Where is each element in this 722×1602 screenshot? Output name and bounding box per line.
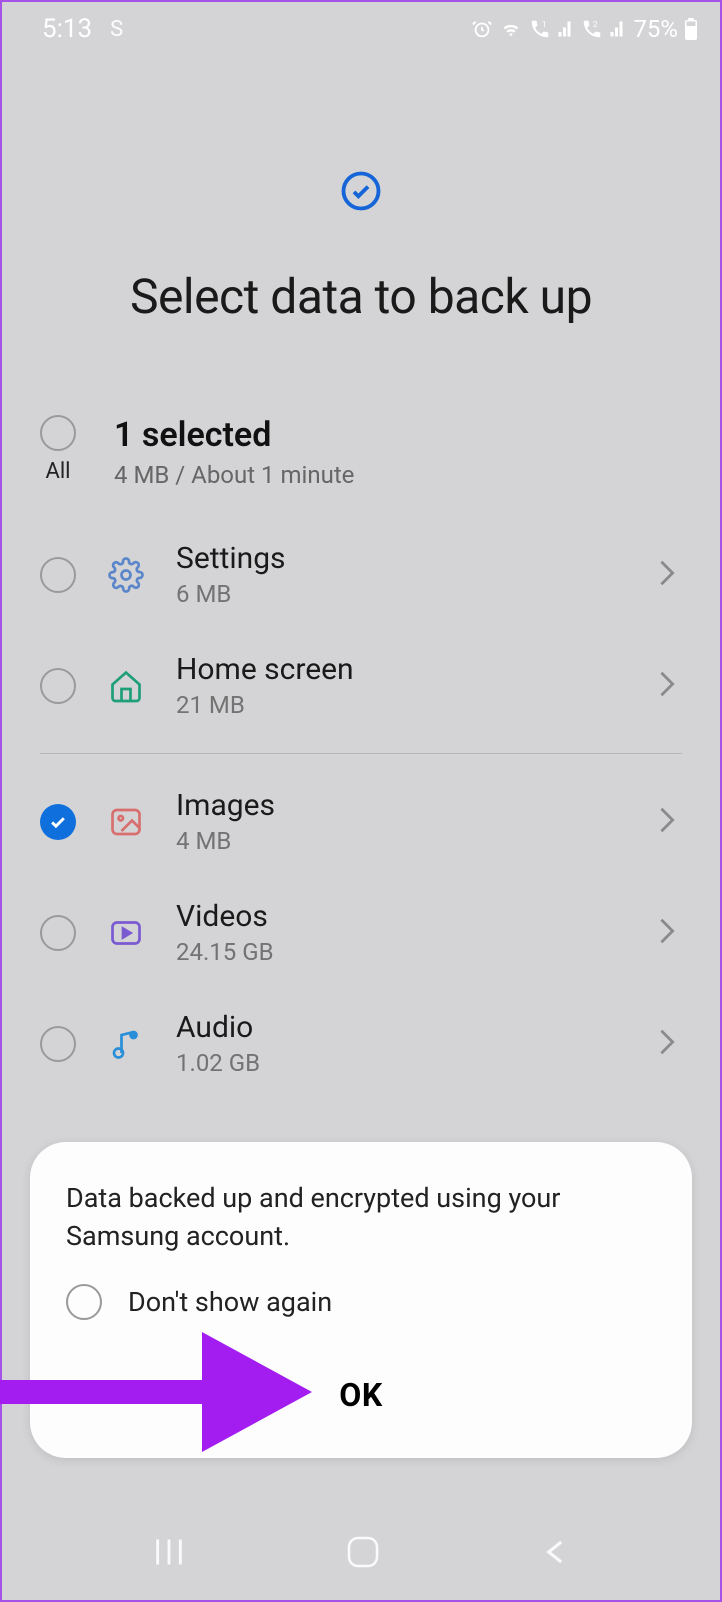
dont-show-again-label: Don't show again — [128, 1286, 332, 1318]
status-bar: 5:13 S 1 2 75% — [2, 2, 720, 50]
wifi-icon — [499, 18, 523, 40]
status-time: 5:13 — [42, 14, 92, 44]
svg-text:2: 2 — [593, 20, 598, 30]
item-size: 21 MB — [176, 691, 630, 719]
toast-message: Data backed up and encrypted using your … — [66, 1180, 656, 1256]
checkbox-videos[interactable] — [40, 915, 76, 951]
status-icons: 1 2 75% — [471, 15, 698, 43]
item-size: 4 MB — [176, 827, 630, 855]
signal1-icon — [557, 20, 575, 38]
chevron-right-icon — [658, 1028, 682, 1060]
item-name: Images — [176, 788, 630, 823]
status-carrier-indicator-icon: S — [110, 17, 123, 42]
item-name: Home screen — [176, 652, 630, 687]
selected-detail: 4 MB / About 1 minute — [114, 461, 354, 489]
header-check-icon — [340, 170, 382, 212]
sim1-call-icon: 1 — [529, 18, 551, 40]
sim2-call-icon: 2 — [581, 18, 603, 40]
dont-show-again-checkbox[interactable] — [66, 1284, 102, 1320]
settings-icon — [104, 557, 148, 593]
video-icon — [104, 915, 148, 951]
select-all-label: All — [45, 459, 70, 484]
item-size: 1.02 GB — [176, 1049, 630, 1077]
chevron-right-icon — [658, 670, 682, 702]
alarm-icon — [471, 18, 493, 40]
backup-item-settings[interactable]: Settings 6 MB — [2, 519, 720, 630]
audio-icon — [104, 1026, 148, 1062]
ok-button[interactable]: OK — [66, 1376, 656, 1414]
backup-item-audio[interactable]: Audio 1.02 GB — [2, 988, 720, 1099]
navigation-bar — [2, 1524, 720, 1584]
backup-item-home-screen[interactable]: Home screen 21 MB — [2, 630, 720, 741]
battery-icon — [684, 18, 698, 40]
item-size: 24.15 GB — [176, 938, 630, 966]
item-name: Settings — [176, 541, 630, 576]
header: Select data to back up — [2, 50, 720, 365]
checkbox-images[interactable] — [40, 804, 76, 840]
encryption-toast: Data backed up and encrypted using your … — [30, 1142, 692, 1458]
select-all-checkbox[interactable] — [40, 415, 76, 451]
selection-summary: All 1 selected 4 MB / About 1 minute — [2, 365, 720, 519]
image-icon — [104, 804, 148, 840]
nav-recents-button[interactable] — [152, 1537, 186, 1571]
chevron-right-icon — [658, 559, 682, 591]
backup-item-videos[interactable]: Videos 24.15 GB — [2, 877, 720, 988]
signal2-icon — [609, 20, 627, 38]
battery-percentage: 75% — [633, 15, 678, 43]
svg-text:1: 1 — [542, 20, 547, 30]
checkbox-audio[interactable] — [40, 1026, 76, 1062]
home-icon — [104, 668, 148, 704]
checkbox-home-screen[interactable] — [40, 668, 76, 704]
divider — [40, 753, 682, 754]
chevron-right-icon — [658, 917, 682, 949]
nav-back-button[interactable] — [540, 1537, 570, 1571]
item-name: Audio — [176, 1010, 630, 1045]
checkbox-settings[interactable] — [40, 557, 76, 593]
backup-item-images[interactable]: Images 4 MB — [2, 766, 720, 877]
chevron-right-icon — [658, 806, 682, 838]
selected-count: 1 selected — [114, 415, 354, 455]
item-size: 6 MB — [176, 580, 630, 608]
item-name: Videos — [176, 899, 630, 934]
nav-home-button[interactable] — [345, 1534, 381, 1574]
page-title: Select data to back up — [32, 268, 690, 325]
